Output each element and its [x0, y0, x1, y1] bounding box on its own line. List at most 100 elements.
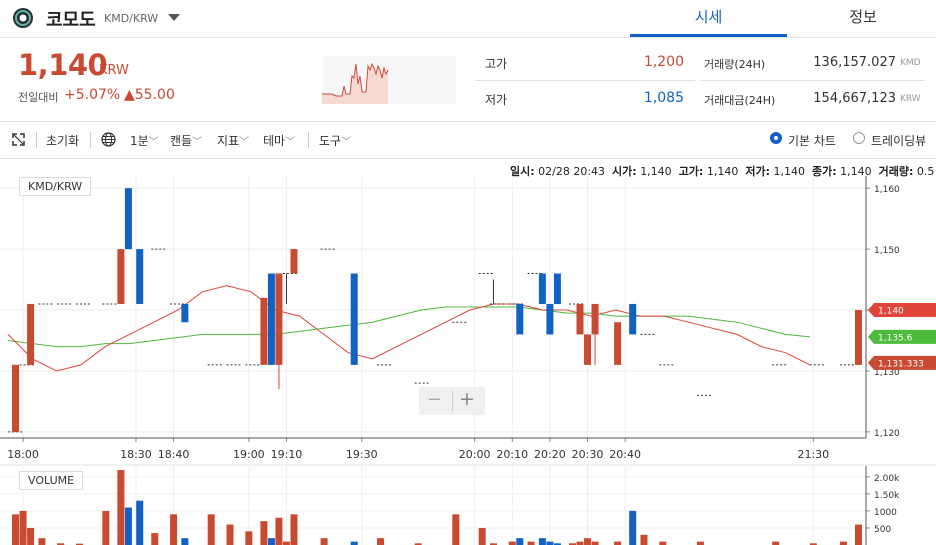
- volume-bar: [516, 538, 524, 545]
- volume-bar: [576, 541, 584, 545]
- candle-body: [538, 273, 546, 304]
- volume-bar: [527, 541, 535, 545]
- volume-bar: [629, 510, 637, 545]
- x-tick-label: 18:30: [120, 448, 152, 461]
- divider: [452, 391, 453, 411]
- candle-label: 캔들: [170, 134, 193, 148]
- volume-bar: [12, 514, 20, 545]
- x-tick-label: 18:40: [158, 448, 190, 461]
- volume-bar: [452, 514, 460, 545]
- chevron-down-icon: ﹀: [285, 137, 296, 148]
- reset-button[interactable]: 초기화: [46, 132, 79, 149]
- volume-bar: [117, 470, 125, 545]
- candle-body: [124, 188, 132, 250]
- candle-body: [516, 303, 524, 335]
- price-flag-label: 1,140: [878, 307, 904, 317]
- tab-info[interactable]: 정보: [790, 0, 936, 36]
- volume-bar: [377, 538, 385, 545]
- chevron-down-icon: ﹀: [341, 137, 352, 148]
- volume-tick-label: 1000: [874, 508, 897, 518]
- candle-body: [553, 273, 561, 304]
- ma-red-line: [7, 285, 811, 372]
- x-tick-label: 19:00: [233, 448, 265, 461]
- volume-bar: [290, 514, 298, 545]
- volume-bar: [27, 527, 35, 545]
- volume-bar: [282, 541, 290, 545]
- candle-body: [614, 322, 622, 365]
- zoom-in-button[interactable]: +: [459, 388, 475, 410]
- candle-body: [117, 249, 125, 304]
- volume-bar: [38, 538, 46, 545]
- high-label: 고가: [485, 57, 508, 71]
- price-flag: 1,140: [868, 303, 936, 318]
- volume-bar: [584, 538, 592, 545]
- volume-bar: [245, 531, 253, 545]
- interval-select[interactable]: 1분﹀: [130, 132, 159, 149]
- volume-bar: [659, 541, 667, 545]
- chevron-down-icon: ﹀: [148, 137, 159, 148]
- basic-chart-radio[interactable]: [770, 132, 782, 144]
- volume-bar: [207, 514, 215, 545]
- divider: [90, 132, 91, 148]
- price-chart[interactable]: 18:00 18:30 18:40 19:00 19:10 19:30 20:00 20:10…: [0, 176, 936, 545]
- x-tick-label: 20:40: [609, 448, 641, 461]
- candle-body: [591, 303, 599, 335]
- price-flag-label: 1,135.6: [878, 333, 913, 343]
- axes: 18:00 18:30 18:40 19:00 19:10 19:30 20:00 20:10…: [0, 176, 936, 545]
- indicator-select[interactable]: 지표﹀: [217, 132, 249, 149]
- pair-label[interactable]: KMD/KRW: [104, 12, 158, 25]
- volume-label: 거래량(24H): [704, 58, 766, 71]
- x-tick-label: 21:30: [797, 448, 829, 461]
- volume-bar: [275, 517, 283, 545]
- mini-price-chart: [322, 56, 456, 104]
- volume-tick-label: 2.00k: [874, 474, 900, 484]
- zoom-controls: − +: [419, 387, 485, 415]
- candle-body: [629, 303, 637, 335]
- zoom-out-button[interactable]: −: [427, 389, 442, 410]
- candle-body: [181, 303, 189, 323]
- candle-body: [546, 303, 554, 335]
- x-tick-label: 20:10: [496, 448, 528, 461]
- basic-chart-label[interactable]: 기본 차트: [788, 132, 836, 149]
- change-label: 전일대비: [18, 91, 59, 104]
- tab-price[interactable]: 시세: [630, 0, 787, 37]
- tradingview-label[interactable]: 트레이딩뷰: [871, 132, 926, 149]
- globe-icon[interactable]: [101, 132, 116, 147]
- candle-select[interactable]: 캔들﹀: [170, 132, 202, 149]
- pair-tag: KMD/KRW: [19, 177, 92, 196]
- volume-bar: [696, 541, 704, 545]
- amount-value: 154,667,123: [813, 91, 896, 106]
- coin-name: 코모도: [46, 10, 96, 31]
- chevron-down-icon: ﹀: [192, 137, 203, 148]
- tradingview-radio[interactable]: [853, 132, 865, 144]
- volume-bar: [640, 534, 648, 545]
- tools-select[interactable]: 도구﹀: [319, 132, 351, 149]
- amount-label: 거래대금(24H): [704, 94, 776, 107]
- volume-bar: [546, 541, 554, 545]
- volume-bar: [772, 541, 780, 545]
- divider: [475, 80, 695, 81]
- volume-bar: [19, 510, 27, 545]
- y-tick-label: 1,150: [874, 246, 900, 256]
- moving-averages: [7, 285, 811, 372]
- volume-bar: [136, 500, 144, 545]
- theme-select[interactable]: 테마﹀: [263, 132, 295, 149]
- candle-body: [136, 249, 144, 304]
- y-tick-label: 1,160: [874, 185, 900, 195]
- current-price: 1,140: [18, 48, 108, 82]
- chevron-down-icon[interactable]: [168, 14, 180, 21]
- expand-icon[interactable]: [12, 133, 25, 146]
- volume-bar: [614, 541, 622, 545]
- divider: [36, 132, 37, 148]
- change-amount: ▲55.00: [124, 87, 175, 103]
- y-tick-label: 1,120: [874, 429, 900, 439]
- change-percent: +5.07%: [64, 87, 121, 103]
- indicator-label: 지표: [217, 134, 240, 148]
- divider: [700, 80, 925, 81]
- volume-tag: VOLUME: [19, 471, 84, 490]
- volume-bar: [854, 524, 862, 545]
- x-tick-label: 20:20: [534, 448, 566, 461]
- volume-bar: [350, 541, 358, 545]
- volume-value: 136,157.027: [813, 55, 896, 70]
- volume-bar: [591, 541, 599, 545]
